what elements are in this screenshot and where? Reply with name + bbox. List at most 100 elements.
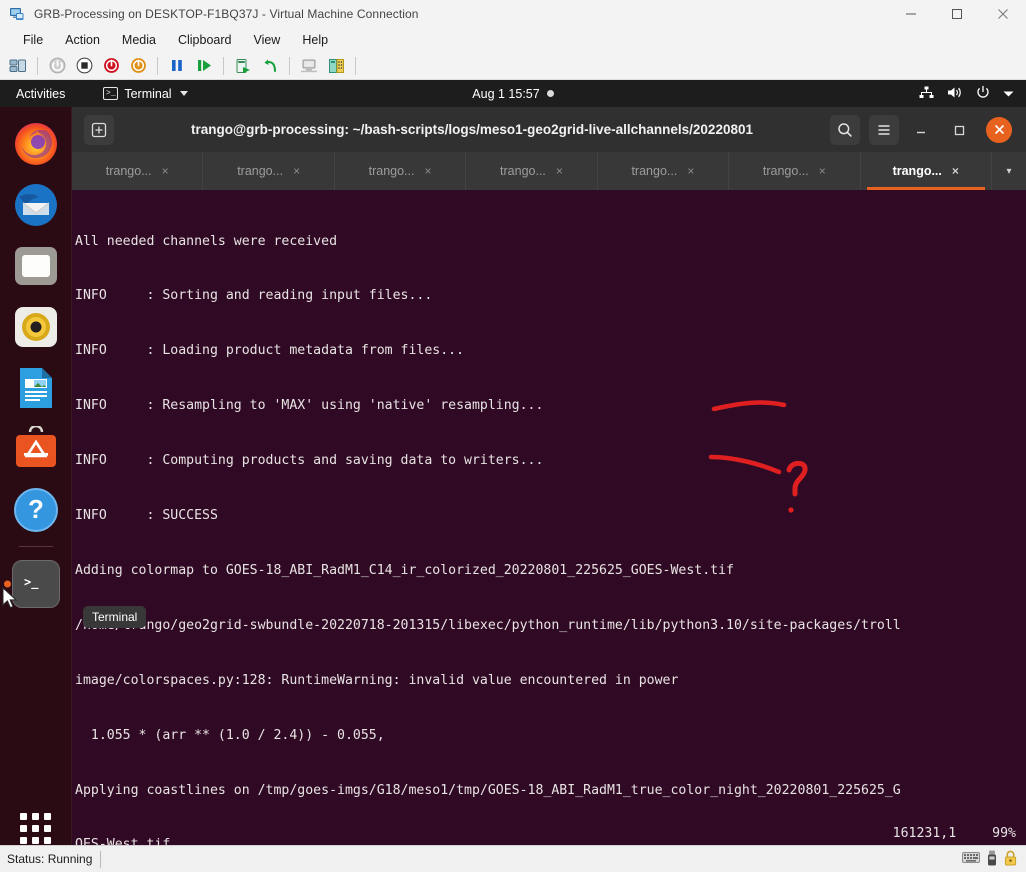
app-grid-dot (20, 836, 27, 844)
terminal-line: image/colorspaces.py:128: RuntimeWarning… (75, 672, 679, 688)
terminal-line: All needed channels were received (75, 233, 338, 249)
terminal-tab-7-active[interactable]: trango... × (860, 152, 992, 190)
terminal-line: INFO : Sorting and reading input files..… (75, 288, 433, 304)
menu-action[interactable]: Action (54, 31, 111, 49)
terminal-tab-2[interactable]: trango... × (203, 152, 335, 190)
app-grid-dot (20, 824, 27, 832)
close-icon[interactable]: × (424, 164, 431, 178)
terminal-line: INFO : Resampling to 'MAX' using 'native… (75, 398, 544, 414)
close-icon[interactable]: × (819, 164, 826, 178)
scroll-percent: 99% (992, 825, 1016, 841)
power-off-red-icon[interactable] (98, 54, 124, 78)
system-indicators[interactable] (919, 85, 1026, 102)
vm-statusbar: Status: Running (0, 845, 1026, 872)
tab-label: trango... (237, 164, 284, 178)
lock-icon (1004, 850, 1017, 869)
enhanced-session-icon[interactable] (296, 54, 322, 78)
terminal-tab-1[interactable]: trango... × (72, 152, 204, 190)
dock-separator (18, 546, 53, 547)
chevron-down-icon (1003, 87, 1014, 101)
close-icon[interactable]: × (687, 164, 694, 178)
screen: GRB-Processing on DESKTOP-F1BQ37J - Virt… (0, 0, 1026, 872)
svg-text:>_: >_ (24, 575, 39, 590)
svg-text:?: ? (28, 494, 44, 524)
menu-media[interactable]: Media (111, 31, 167, 49)
terminal-close-button[interactable] (986, 116, 1012, 143)
ubuntu-dock: ? >_ (0, 107, 72, 872)
status-divider (100, 850, 102, 868)
menu-file[interactable]: File (12, 31, 54, 49)
terminal-output[interactable]: All needed channels were received INFO :… (72, 190, 1026, 845)
app-menu-terminal[interactable]: >_ Terminal (103, 87, 188, 101)
vim-status-line: 161231,1 99% (893, 825, 1016, 843)
terminal-line: Adding colormap to GOES-18_ABI_RadM1_C14… (75, 562, 734, 578)
terminal-headerbar: trango@grb-processing: ~/bash-scripts/lo… (72, 107, 1026, 152)
toolbar-separator-2 (157, 56, 158, 75)
vm-minimize-button[interactable] (888, 0, 934, 28)
ctrl-alt-del-icon[interactable] (5, 54, 31, 78)
revert-icon[interactable] (257, 54, 283, 78)
dock-item-libreoffice-writer[interactable] (12, 364, 60, 412)
menu-help[interactable]: Help (291, 31, 339, 49)
menu-view[interactable]: View (242, 31, 291, 49)
app-grid-dot (32, 824, 39, 832)
terminal-line: /home/trango/geo2grid-swbundle-20220718-… (75, 617, 901, 633)
pause-icon[interactable] (164, 54, 190, 78)
cursor-position: 161231,1 (892, 825, 957, 841)
tab-list-chevron-down-icon[interactable]: ▾ (992, 152, 1026, 190)
dock-item-help[interactable]: ? (12, 486, 60, 534)
dock-item-ubuntu-software[interactable] (12, 425, 60, 473)
vm-toolbar (0, 52, 1026, 80)
share-icon[interactable] (323, 54, 349, 78)
vm-maximize-button[interactable] (934, 0, 980, 28)
dock-item-rhythmbox[interactable] (12, 303, 60, 351)
vm-window-titlebar: GRB-Processing on DESKTOP-F1BQ37J - Virt… (0, 0, 1026, 28)
vm-window-controls (888, 0, 1026, 28)
terminal-tab-6[interactable]: trango... × (729, 152, 861, 190)
shutdown-icon[interactable] (44, 54, 70, 78)
start-orange-icon[interactable] (125, 54, 151, 78)
keyboard-icon (962, 851, 980, 867)
close-icon[interactable]: × (162, 164, 169, 178)
vm-window-title: GRB-Processing on DESKTOP-F1BQ37J - Virt… (34, 6, 419, 21)
toolbar-separator-1 (37, 56, 38, 75)
resume-icon[interactable] (191, 54, 217, 78)
close-icon[interactable]: × (293, 164, 300, 178)
terminal-title: trango@grb-processing: ~/bash-scripts/lo… (191, 122, 753, 137)
terminal-icon: >_ (103, 87, 119, 100)
usb-icon (987, 850, 997, 869)
checkpoint-icon[interactable] (230, 54, 256, 78)
vm-status-icons (962, 850, 1026, 869)
activities-button[interactable]: Activities (8, 87, 73, 101)
terminal-line: Applying coastlines on /tmp/goes-imgs/G1… (75, 782, 901, 798)
show-applications-button[interactable] (16, 808, 56, 848)
dock-item-firefox[interactable] (12, 120, 60, 168)
dock-item-thunderbird[interactable] (12, 181, 60, 229)
tab-label: trango... (892, 164, 942, 178)
network-icon (919, 86, 934, 102)
search-icon[interactable] (830, 114, 860, 145)
terminal-maximize-button[interactable] (946, 117, 972, 143)
close-icon[interactable]: × (556, 164, 563, 178)
hamburger-menu-icon[interactable] (869, 114, 899, 145)
vm-close-button[interactable] (980, 0, 1026, 28)
app-grid-dot (44, 824, 51, 832)
turn-off-icon[interactable] (71, 54, 97, 78)
terminal-tab-4[interactable]: trango... × (466, 152, 598, 190)
tab-label: trango... (500, 164, 546, 178)
vm-status-label: Status: Running (7, 852, 93, 866)
app-grid-dot (32, 812, 39, 820)
virtual-machine-icon (9, 6, 25, 22)
terminal-window: trango@grb-processing: ~/bash-scripts/lo… (72, 107, 1026, 845)
toolbar-separator-5 (355, 56, 356, 75)
terminal-tab-5[interactable]: trango... × (598, 152, 730, 190)
terminal-tooltip: Terminal (83, 606, 147, 628)
terminal-tab-3[interactable]: trango... × (335, 152, 467, 190)
close-icon[interactable]: × (952, 164, 959, 178)
tab-label: trango... (368, 164, 415, 178)
menu-clipboard[interactable]: Clipboard (167, 31, 243, 49)
dock-item-files[interactable] (12, 242, 60, 290)
toolbar-separator-4 (289, 56, 290, 75)
terminal-minimize-button[interactable] (908, 117, 934, 143)
new-tab-icon[interactable] (84, 114, 114, 145)
